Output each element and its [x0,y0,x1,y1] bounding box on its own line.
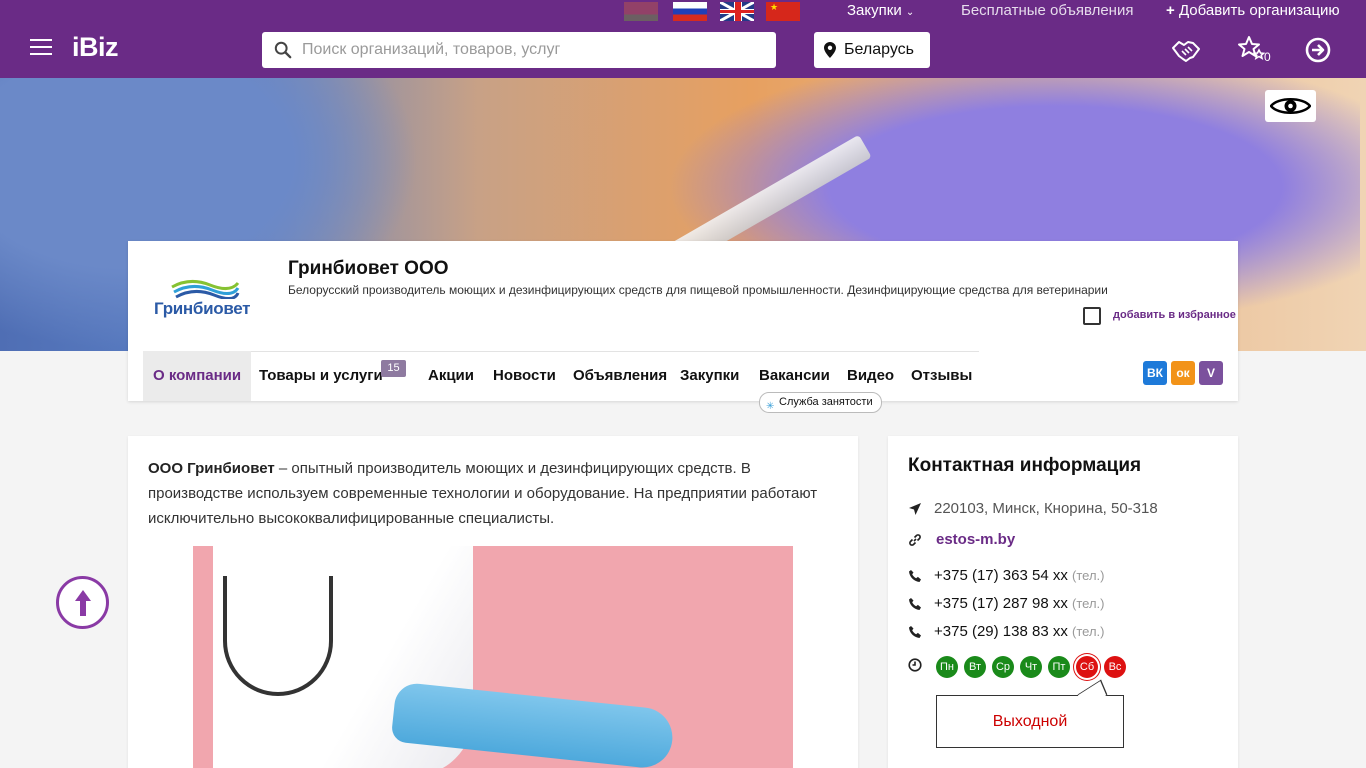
link-icon [909,534,921,546]
photo-stethoscope-shape [223,576,333,696]
phone-icon [909,570,921,582]
address-text: 220103, Минск, Кнорина, 50-318 [934,500,1158,517]
about-section: ООО Гринбиовет – опытный производитель м… [128,436,858,768]
chevron-down-icon: ⌄ [905,7,915,18]
phone-number[interactable]: +375 (17) 287 98 xx (тел.) [934,595,1104,612]
company-logo: Гринбиовет [148,269,251,329]
russia-flag-icon[interactable] [673,2,707,21]
about-photo [193,546,793,768]
region-label: Беларусь [844,41,914,58]
phone-type: (тел.) [1072,624,1105,639]
vk-share-icon[interactable]: ВК [1143,361,1167,385]
day-fri[interactable]: Пт [1048,656,1070,678]
search-icon[interactable] [274,41,292,59]
zakupki-label: Закупки [847,2,902,19]
eye-icon [1270,98,1311,114]
tab-reviews[interactable]: Отзывы [901,351,982,401]
company-logo-text: Гринбиовет [154,299,251,318]
odnoklassniki-share-icon[interactable]: ок [1171,361,1195,385]
tab-purchases[interactable]: Закупки [670,351,749,401]
scroll-to-top-button[interactable] [56,576,109,629]
handshake-icon[interactable] [1170,34,1202,66]
company-card: Гринбиовет Гринбиовет ООО Белорусский пр… [128,241,1238,413]
china-flag-icon[interactable]: ★ [766,2,800,21]
free-ads-link[interactable]: Бесплатные объявления [961,2,1133,20]
day-sun[interactable]: Вс [1104,656,1126,678]
site-logo[interactable]: iBiz [72,32,119,63]
main-header: iBiz Беларусь 0 [0,22,1366,78]
add-organization-link[interactable]: + Добавить организацию [1166,2,1340,20]
products-count-badge: 15 [381,360,406,377]
uk-flag-icon[interactable] [720,2,754,21]
phone-type: (тел.) [1072,568,1105,583]
view-counter-button[interactable] [1265,90,1316,122]
website-link[interactable]: estos-m.by [936,531,1015,548]
tab-news[interactable]: Новости [483,351,566,401]
phone-icon [909,598,921,610]
tab-promotions[interactable]: Акции [418,351,484,401]
company-title: Гринбиовет ООО [288,258,449,279]
tab-products[interactable]: Товары и услуги [249,351,393,401]
tab-about[interactable]: О компании [143,351,252,401]
region-selector[interactable]: Беларусь [814,32,930,68]
day-tue[interactable]: Вт [964,656,986,678]
company-description: Белорусский производитель моющих и дезин… [288,283,1108,297]
contacts-panel: Контактная информация 220103, Минск, Кно… [888,436,1238,768]
location-pin-icon [824,42,836,58]
logo-wave-icon [171,280,240,299]
favorites-count: 0 [1264,50,1271,64]
day-thu[interactable]: Чт [1020,656,1042,678]
tab-ads[interactable]: Объявления [563,351,677,401]
login-icon[interactable] [1302,34,1334,66]
belarus-flag-icon[interactable] [624,2,658,21]
viber-share-icon[interactable]: V [1199,361,1223,385]
day-wed[interactable]: Ср [992,656,1014,678]
day-sat[interactable]: Сб [1076,656,1098,678]
day-off-tooltip: Выходной [936,695,1124,748]
phone-type: (тел.) [1072,596,1105,611]
sparkle-icon: ✳ [766,401,775,412]
menu-icon[interactable] [30,39,52,55]
about-company-name: ООО Гринбиовет [148,460,275,477]
employment-service-label: Служба занятости [779,396,873,408]
phone-number[interactable]: +375 (29) 138 83 xx (тел.) [934,623,1104,640]
zakupki-menu[interactable]: Закупки ⌄ [847,2,914,22]
contacts-title: Контактная информация [908,455,1142,476]
favorites-label: добавить в избранное [1113,309,1236,321]
phone-number[interactable]: +375 (17) 363 54 xx (тел.) [934,567,1104,584]
day-mon[interactable]: Пн [936,656,958,678]
about-text: ООО Гринбиовет – опытный производитель м… [148,456,838,531]
phone-number-value: +375 (17) 287 98 xx [934,595,1068,612]
phone-number-value: +375 (29) 138 83 xx [934,623,1068,640]
phone-number-value: +375 (17) 363 54 xx [934,567,1068,584]
favorites-checkbox[interactable] [1083,307,1101,325]
search-input[interactable] [302,32,762,68]
top-bar: ★ Закупки ⌄ Бесплатные объявления + Доба… [0,0,1366,22]
add-organization-label: Добавить организацию [1178,2,1340,19]
phone-icon [909,626,921,638]
arrow-up-icon [75,590,91,616]
employment-service-tip[interactable]: ✳ Служба занятости [759,392,882,413]
clock-icon [908,658,922,672]
plus-icon: + [1166,2,1175,19]
navigation-arrow-icon [909,503,921,515]
search-box [262,32,776,68]
